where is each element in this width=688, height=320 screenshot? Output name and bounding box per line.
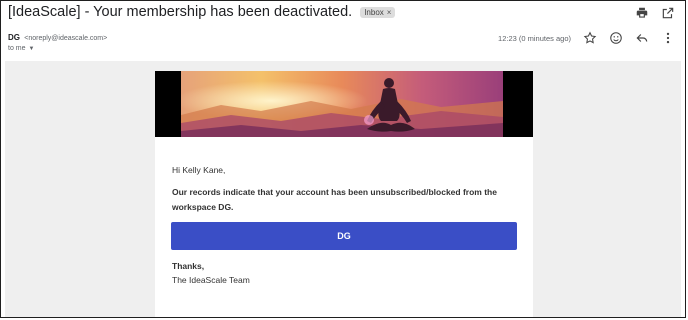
inbox-label-chip[interactable]: Inbox × (360, 6, 396, 18)
greeting-text: Hi Kelly Kane, (172, 165, 226, 175)
remove-label-icon[interactable]: × (387, 8, 392, 17)
subject-row: [IdeaScale] - Your membership has been d… (8, 4, 396, 20)
sender-address: <noreply@ideascale.com> (24, 35, 108, 42)
recipient-text: to me (8, 45, 26, 52)
more-vert-icon[interactable] (661, 31, 675, 45)
email-view: [IdeaScale] - Your membership has been d… (0, 0, 686, 318)
meditation-banner-image (181, 71, 503, 137)
header-banner (155, 71, 533, 137)
top-actions (635, 6, 675, 20)
email-card: Hi Kelly Kane, Our records indicate that… (155, 71, 533, 317)
email-subject: [IdeaScale] - Your membership has been d… (8, 4, 353, 20)
chevron-down-icon[interactable]: ▼ (29, 46, 35, 52)
signature-text: The IdeaScale Team (172, 275, 250, 285)
account-status-message: Our records indicate that your account h… (172, 187, 497, 212)
message-meta: 12:23 (0 minutes ago) (498, 31, 675, 45)
workspace-button[interactable]: DG (171, 222, 517, 250)
open-in-new-icon[interactable] (661, 6, 675, 20)
sender-name[interactable]: DG (8, 33, 20, 42)
sender-line: DG <noreply@ideascale.com> (8, 33, 107, 42)
thanks-text: Thanks, (172, 261, 205, 271)
emoji-icon[interactable] (609, 31, 623, 45)
timestamp: 12:23 (0 minutes ago) (498, 33, 571, 43)
star-icon[interactable] (583, 31, 597, 45)
inbox-label-text: Inbox (364, 7, 384, 17)
reply-icon[interactable] (635, 31, 649, 45)
print-icon[interactable] (635, 6, 649, 20)
recipient-details[interactable]: to me ▼ (8, 45, 34, 52)
message-body-canvas: Hi Kelly Kane, Our records indicate that… (5, 61, 681, 317)
